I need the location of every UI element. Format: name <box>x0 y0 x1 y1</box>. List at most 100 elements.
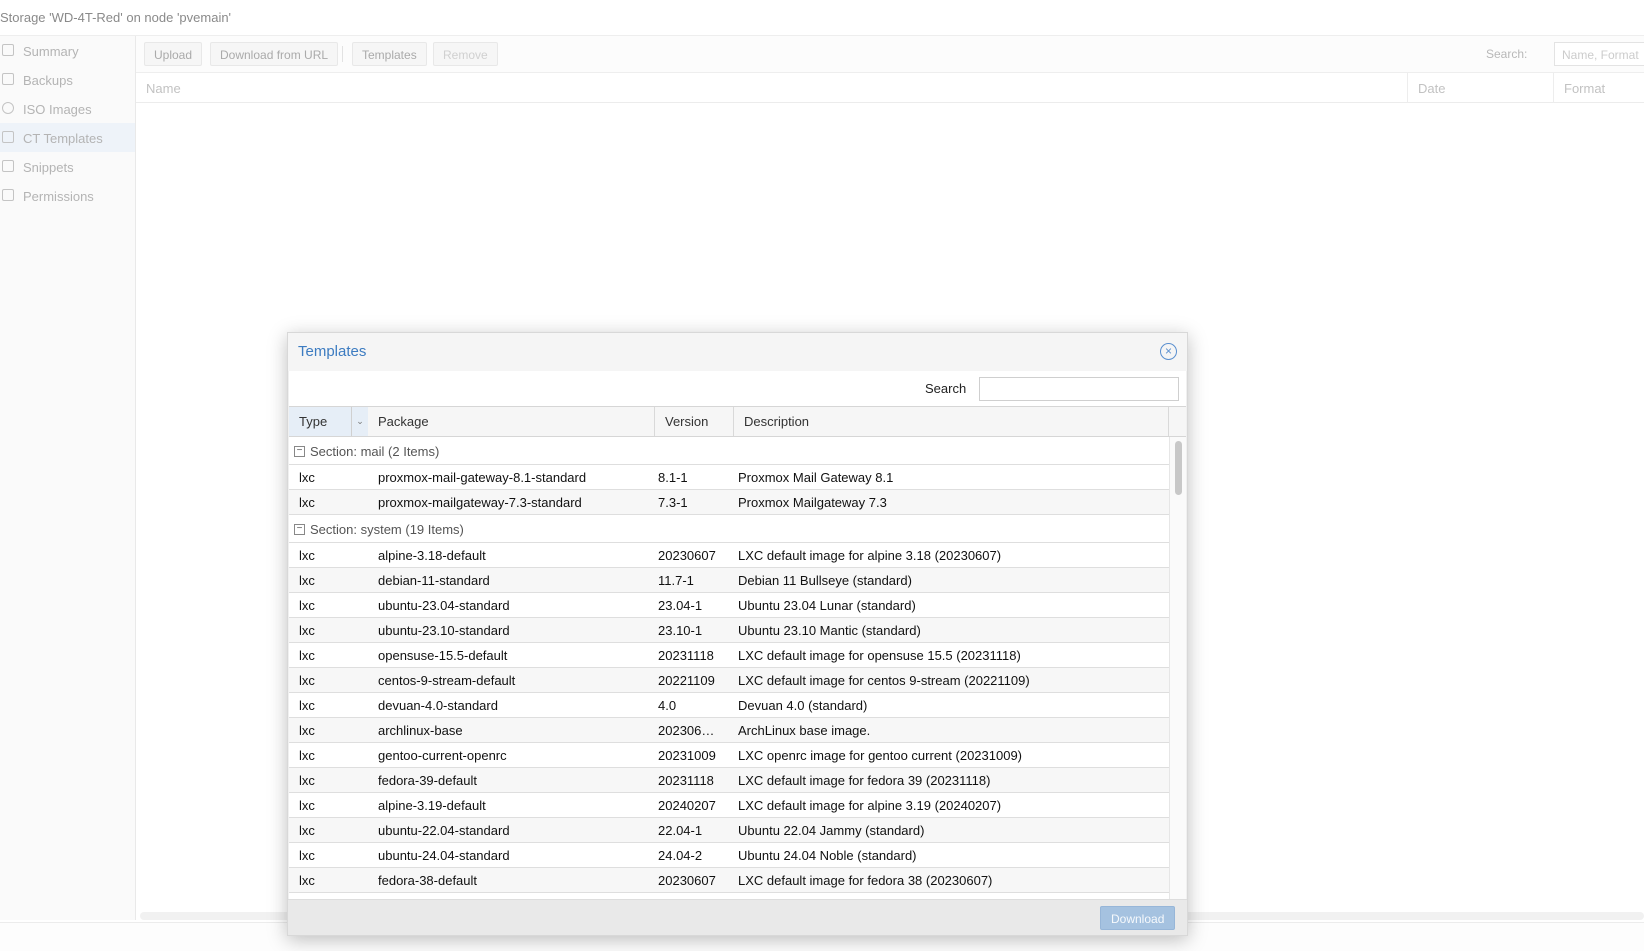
cell-description: LXC default image for alpine 3.19 (20240… <box>738 798 1002 813</box>
group-label: Section: system (19 Items) <box>310 522 464 537</box>
cell-version: 4.0 <box>658 698 677 713</box>
sidebar-item-backups[interactable]: Backups <box>0 65 135 94</box>
table-row[interactable]: lxc alpine-3.18-default 20230607 LXC defaul… <box>289 543 1169 568</box>
cell-type: lxc <box>299 648 315 663</box>
sidebar-item-permissions[interactable]: Permissions <box>0 181 135 210</box>
cell-version: 11.7-1 <box>658 573 694 588</box>
column-header-type[interactable]: Type ⌄ <box>289 407 368 436</box>
cell-package: proxmox-mail-gateway-8.1-standard <box>378 470 587 485</box>
table-row[interactable]: lxc alpine-3.19-default 20240207 LXC defaul… <box>289 793 1169 818</box>
storage-sidebar: Summary Backups ISO Images CT Templates … <box>0 36 136 920</box>
cell-version: 20230607 <box>658 873 716 888</box>
templates-button[interactable]: Templates <box>352 42 427 66</box>
collapse-icon[interactable]: − <box>294 524 305 535</box>
cell-description: Proxmox Mailgateway 7.3 <box>738 495 887 510</box>
sidebar-item-label: Snippets <box>23 160 74 175</box>
group-row[interactable]: − Section: system (19 Items) <box>289 515 1169 543</box>
cell-package: alpine-3.19-default <box>378 798 486 813</box>
table-row[interactable]: lxc ubuntu-22.04-standard 22.04-1 Ubuntu 22… <box>289 818 1169 843</box>
remove-button[interactable]: Remove <box>433 42 498 66</box>
cell-description: Ubuntu 23.04 Lunar (standard) <box>738 598 916 613</box>
table-row[interactable]: lxc proxmox-mail-gateway-8.1-standard 8.1-… <box>289 465 1169 490</box>
download-button[interactable]: Download <box>1100 906 1176 930</box>
table-row[interactable]: lxc centos-9-stream-default 20221109 LXC de… <box>289 668 1169 693</box>
table-row[interactable]: lxc archlinux-base 202306… ArchLinux base i… <box>289 718 1169 743</box>
cell-description: Debian 11 Bullseye (standard) <box>738 573 912 588</box>
cell-package: ubuntu-23.04-standard <box>378 598 510 613</box>
group-label: Section: mail (2 Items) <box>310 444 440 459</box>
cell-type: lxc <box>299 848 315 863</box>
table-row[interactable]: lxc ubuntu-24.04-standard 24.04-2 Ubuntu 24… <box>289 843 1169 868</box>
cell-version: 20240207 <box>658 798 716 813</box>
vertical-scrollbar[interactable] <box>1169 437 1186 899</box>
collapse-icon[interactable]: − <box>294 446 305 457</box>
column-header-package[interactable]: Package <box>368 407 655 436</box>
cell-description: Ubuntu 22.04 Jammy (standard) <box>738 823 925 838</box>
cell-description: LXC default image for alpine 3.18 (20230… <box>738 548 1002 563</box>
table-row[interactable]: lxc devuan-4.0-standard 4.0 Devuan 4.0 (sta… <box>289 693 1169 718</box>
cell-package: alpine-3.18-default <box>378 548 486 563</box>
cell-package: opensuse-15.5-default <box>378 648 508 663</box>
table-row[interactable]: lxc ubuntu-23.04-standard 23.04-1 Ubuntu 23… <box>289 593 1169 618</box>
upload-button[interactable]: Upload <box>144 42 203 66</box>
unlock-icon <box>2 189 14 201</box>
column-header-date[interactable]: Date <box>1408 73 1554 103</box>
table-row[interactable]: lxc proxmox-mailgateway-7.3-standard 7.3-1… <box>289 490 1169 515</box>
sidebar-item-summary[interactable]: Summary <box>0 36 135 65</box>
cell-version: 202306… <box>658 723 715 738</box>
table-row[interactable]: lxc fedora-38-default 20230607 LXC default … <box>289 868 1169 893</box>
cell-type: lxc <box>299 773 315 788</box>
toolbar-separator <box>342 46 343 62</box>
cell-version: 20221109 <box>658 673 715 688</box>
search-input[interactable] <box>979 377 1179 401</box>
cell-package: centos-9-stream-default <box>378 673 516 688</box>
column-header-description[interactable]: Description <box>734 407 1169 436</box>
search-input[interactable]: Name, Format <box>1554 42 1644 66</box>
cell-type: lxc <box>299 723 315 738</box>
cell-package: debian-11-standard <box>378 573 490 588</box>
cell-version: 24.04-2 <box>658 848 703 863</box>
cell-package: ubuntu-22.04-standard <box>378 823 510 838</box>
cell-description: Ubuntu 24.04 Noble (standard) <box>738 848 917 863</box>
cell-type: lxc <box>299 623 315 638</box>
cell-version: 8.1-1 <box>658 470 688 485</box>
cell-version: 7.3-1 <box>658 495 688 510</box>
file-code-icon <box>2 160 14 172</box>
sidebar-item-label: Summary <box>23 44 79 59</box>
scrollbar-thumb[interactable] <box>1175 441 1182 495</box>
sidebar-item-label: ISO Images <box>23 102 92 117</box>
floppy-icon <box>2 73 14 85</box>
column-header-format[interactable]: Format <box>1554 73 1644 103</box>
close-icon[interactable]: × <box>1160 343 1177 360</box>
cell-version: 20230607 <box>658 548 716 563</box>
sidebar-item-label: Permissions <box>23 189 94 204</box>
dialog-footer: Download <box>288 899 1187 935</box>
dialog-body: Search Type ⌄ Package Version Descriptio… <box>289 371 1186 899</box>
table-row[interactable]: lxc gentoo-current-openrc 20231009 LXC open… <box>289 743 1169 768</box>
cell-package: ubuntu-24.04-standard <box>378 848 510 863</box>
table-row[interactable]: lxc opensuse-15.5-default 20231118 LXC defa… <box>289 643 1169 668</box>
download-from-url-button[interactable]: Download from URL <box>210 42 339 66</box>
cell-description: LXC default image for opensuse 15.5 (202… <box>738 648 1021 663</box>
chevron-down-icon[interactable]: ⌄ <box>351 407 368 436</box>
sidebar-item-snippets[interactable]: Snippets <box>0 152 135 181</box>
search-label: Search: <box>1486 47 1528 61</box>
content-grid-header: Name Date Format <box>136 73 1644 103</box>
cell-type: lxc <box>299 548 315 563</box>
sidebar-item-ct-templates[interactable]: CT Templates <box>0 123 135 152</box>
cell-package: proxmox-mailgateway-7.3-standard <box>378 495 582 510</box>
table-row[interactable]: lxc debian-11-standard 11.7-1 Debian 11 Bul… <box>289 568 1169 593</box>
column-header-name[interactable]: Name <box>136 73 1408 103</box>
group-row[interactable]: − Section: mail (2 Items) <box>289 437 1169 465</box>
table-row[interactable]: lxc fedora-39-default 20231118 LXC default … <box>289 768 1169 793</box>
cell-description: LXC default image for centos 9-stream (2… <box>738 673 1030 688</box>
cell-type: lxc <box>299 873 315 888</box>
cell-type: lxc <box>299 470 315 485</box>
sidebar-item-iso-images[interactable]: ISO Images <box>0 94 135 123</box>
table-row[interactable]: lxc ubuntu-23.10-standard 23.10-1 Ubuntu 23… <box>289 618 1169 643</box>
cell-type: lxc <box>299 573 315 588</box>
cell-version: 20231118 <box>658 773 714 788</box>
cell-type: lxc <box>299 698 315 713</box>
column-header-version[interactable]: Version <box>655 407 734 436</box>
cell-type: lxc <box>299 823 315 838</box>
